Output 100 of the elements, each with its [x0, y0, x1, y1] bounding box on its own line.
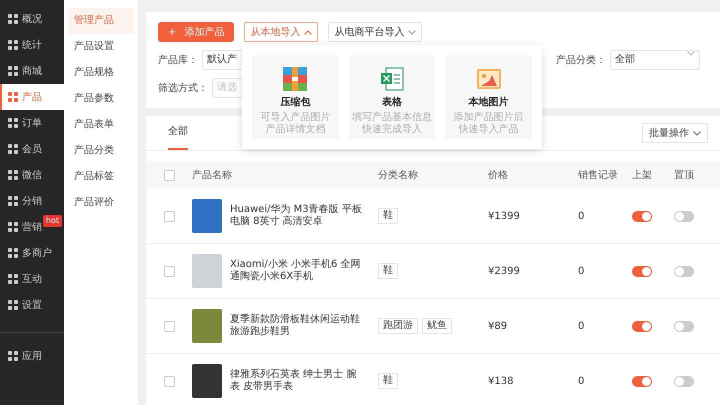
product-name: 通陶瓷小米6X手机 — [230, 271, 314, 283]
product-name: 表 皮带男手表 — [230, 381, 294, 393]
sidebar-item[interactable]: 微信 — [0, 162, 64, 188]
category-tag: 鱿鱼 — [422, 318, 452, 334]
sidebar-item[interactable]: 互动 — [0, 266, 64, 292]
caret-icon — [304, 30, 312, 34]
batch-action-button[interactable]: 批量操作 — [642, 123, 708, 143]
sidebar-item[interactable]: 订单 — [0, 110, 64, 136]
product-name: Xiaomi/小米 小米手机6 全网 — [230, 259, 362, 270]
spreadsheet-icon — [380, 67, 404, 91]
checkbox[interactable] — [164, 170, 174, 180]
grid-icon — [8, 66, 18, 76]
column-header: 价格 — [488, 168, 509, 182]
caret-icon — [408, 30, 416, 34]
sales-cell-text: 0 — [578, 210, 586, 222]
product-name: 旅游跑步鞋男 — [230, 326, 291, 338]
option-title: 压缩包 — [280, 96, 310, 109]
category-tag: 鞋 — [378, 263, 398, 279]
checkbox[interactable] — [164, 320, 174, 332]
price-cell-text: ¥89 — [488, 320, 508, 332]
option-description: 填写产品基本信息 — [352, 112, 432, 124]
image-icon — [476, 67, 501, 91]
category-tag: 鞋 — [378, 208, 398, 224]
column-header: 置顶 — [674, 168, 695, 182]
product-name: 夏季新款防滑板鞋休闲运动鞋 — [230, 314, 361, 326]
grid-icon — [8, 222, 18, 232]
category-tag: 鞋 — [378, 373, 398, 389]
grid-icon — [8, 118, 18, 128]
grid-icon — [8, 196, 18, 206]
filter-label: 筛选方式： — [158, 82, 208, 95]
grid-icon — [8, 300, 18, 310]
submenu-item[interactable]: 产品规格 — [68, 60, 134, 86]
sidebar-item[interactable]: 统计 — [0, 32, 64, 58]
tab[interactable]: 全部 — [168, 116, 188, 150]
grid-icon — [8, 351, 18, 361]
pinned-toggle[interactable] — [674, 210, 694, 222]
listed-toggle[interactable] — [632, 376, 652, 386]
pinned-toggle[interactable] — [674, 376, 694, 386]
checkbox[interactable] — [164, 266, 174, 276]
checkbox[interactable] — [164, 210, 174, 222]
import-option[interactable]: 压缩包 可导入产品图片 产品详情文档 — [252, 55, 339, 139]
sidebar-item[interactable]: 设置 — [0, 292, 64, 318]
sales-cell-text: 0 — [578, 376, 586, 386]
caret-icon — [687, 51, 695, 56]
sidebar-item[interactable]: 商城 — [0, 58, 64, 84]
column-header: 销售记录 — [578, 169, 619, 182]
pinned-toggle[interactable] — [674, 320, 694, 332]
submenu-item[interactable]: 产品评价 — [68, 190, 134, 216]
product-name: 律雅系列石英表 绅士男士 腕 — [230, 369, 358, 380]
grid-icon — [8, 170, 18, 180]
option-description: 可导入产品图片 — [260, 112, 330, 124]
import-option[interactable]: 表格 填写产品基本信息 快速完成导入 — [348, 55, 436, 139]
option-title: 表格 — [382, 96, 402, 109]
grid-icon — [8, 14, 18, 24]
sidebar-item[interactable]: 概况 — [0, 6, 64, 32]
sidebar-item[interactable]: 分销 — [0, 188, 64, 214]
column-header: 上架 — [632, 168, 653, 182]
pinned-toggle[interactable] — [674, 266, 694, 276]
checkbox[interactable] — [164, 376, 174, 386]
sidebar-item[interactable]: 应用 — [0, 343, 64, 369]
hot-badge: hot — [42, 215, 62, 227]
price-cell-text: ¥2399 — [488, 266, 521, 276]
listed-toggle[interactable] — [632, 210, 652, 222]
grid-icon — [8, 40, 18, 50]
sidebar-item[interactable]: 营销 — [0, 214, 43, 240]
submenu-item[interactable]: 产品参数 — [68, 86, 134, 112]
submenu-item[interactable]: 产品设置 — [68, 34, 134, 60]
import-option[interactable]: 本地图片 添加产品图片后 快速导入产品 — [445, 55, 532, 139]
submenu-item[interactable]: 产品表单 — [68, 112, 134, 138]
product-name: 电脑 8英寸 高清安卓 — [230, 216, 324, 228]
sales-cell-text: 0 — [578, 266, 586, 276]
sidebar-item[interactable]: 会员 — [0, 136, 64, 162]
sidebar-item[interactable]: 多商户 — [0, 240, 64, 266]
grid-icon — [8, 92, 18, 102]
option-description: 快速完成导入 — [362, 124, 422, 136]
listed-toggle[interactable] — [632, 320, 652, 332]
grid-icon — [8, 248, 18, 258]
option-description: 产品详情文档 — [265, 124, 326, 136]
option-description: 快速导入产品 — [458, 124, 519, 136]
grid-icon — [8, 274, 18, 284]
price-cell-text: ¥1399 — [488, 210, 521, 222]
caret-icon — [693, 130, 701, 136]
column-header: 产品名称 — [192, 168, 233, 182]
category-tag: 跑团游 — [378, 318, 418, 334]
photo-placeholder — [192, 364, 222, 398]
photo-placeholder — [192, 199, 222, 233]
submenu-item[interactable]: 产品标签 — [68, 164, 134, 190]
category-select[interactable]: 全部 — [610, 50, 700, 70]
listed-toggle[interactable] — [632, 266, 652, 276]
photo-placeholder — [192, 254, 222, 288]
option-title: 本地图片 — [468, 96, 509, 109]
photo-placeholder — [192, 309, 222, 343]
platform-import-button[interactable]: 从电商平台导入 — [328, 22, 422, 42]
archive-icon — [283, 67, 308, 91]
submenu-item[interactable]: 产品分类 — [68, 138, 134, 164]
sales-cell-text: 0 — [578, 320, 586, 332]
filter-label: 产品库： — [158, 54, 198, 67]
filter-label: 产品分类： — [556, 54, 606, 67]
price-cell-text: ¥138 — [488, 376, 514, 386]
grid-icon — [8, 144, 18, 154]
